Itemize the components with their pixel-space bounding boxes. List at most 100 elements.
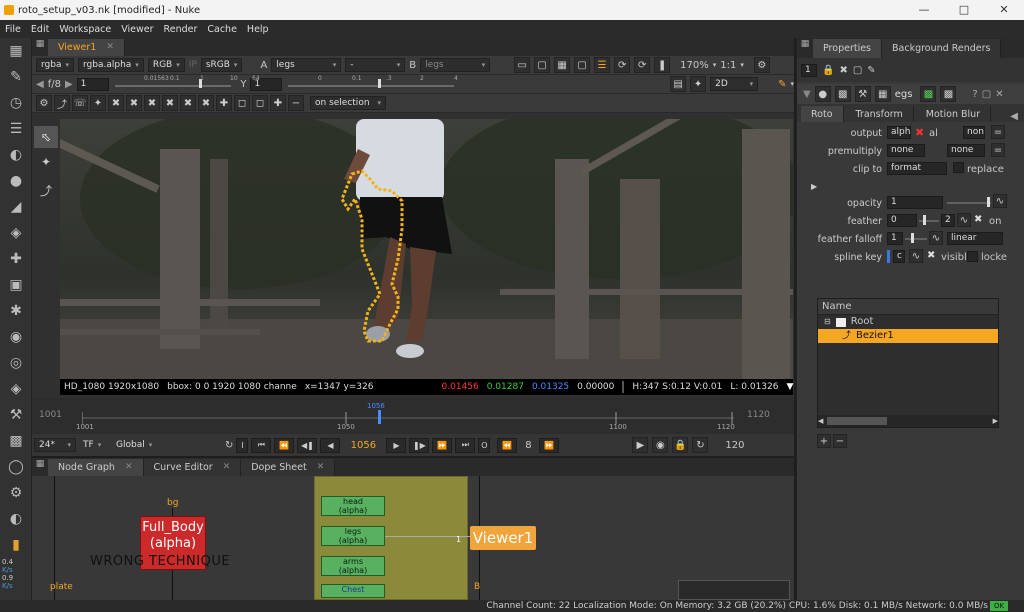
tree-hscrollbar[interactable]: ◀ ▶ [818, 415, 998, 427]
step-field[interactable]: 8 [520, 440, 536, 451]
lock-panel-icon[interactable]: 🔒 [822, 65, 834, 76]
cusp-icon[interactable]: ✖ [126, 95, 142, 111]
current-frame-field[interactable]: 1056 [343, 440, 383, 451]
feather-field[interactable]: 0 [887, 214, 917, 227]
head-roto-node[interactable]: head (alpha) [321, 496, 385, 516]
remove-icon[interactable]: − [288, 95, 304, 111]
close-tab-icon[interactable]: ✕ [106, 39, 114, 56]
node-help-icon[interactable]: ● [814, 86, 831, 102]
fps-dropdown[interactable]: 24* ▾ [34, 438, 76, 452]
menu-file[interactable]: File [0, 24, 26, 35]
b-input-dropdown[interactable]: legs ▾ [420, 58, 491, 72]
chest-roto-node[interactable]: Chest [321, 584, 385, 598]
next-key-icon[interactable]: ⏩ [432, 437, 453, 453]
zoom-value[interactable]: 170% [680, 60, 709, 71]
channel-icon[interactable]: ☰ [0, 116, 32, 142]
roi-icon[interactable]: ▭ [514, 57, 531, 73]
pause-icon[interactable]: ❚ [654, 57, 671, 73]
color-icon[interactable]: ◐ [0, 142, 32, 168]
legs-roto-node[interactable]: legs (alpha) [321, 526, 385, 546]
tf-dropdown[interactable]: TF ▾ [79, 438, 109, 452]
fstop-value[interactable]: f/8 [48, 79, 61, 90]
point-tool-icon[interactable]: ✦ [34, 148, 58, 176]
remove-layer-icon[interactable]: − [833, 434, 847, 448]
menu-help[interactable]: Help [242, 24, 274, 35]
next-frame-icon[interactable]: ❚▶ [409, 437, 430, 453]
time-icon[interactable]: ◷ [0, 90, 32, 116]
in-point-button[interactable]: I [236, 437, 249, 453]
falloff-slider[interactable] [905, 231, 927, 245]
end-frame-field[interactable]: 120 [725, 440, 744, 451]
remove-key-icon[interactable]: ✖ [180, 95, 196, 111]
premultiply-field[interactable]: none [887, 144, 925, 157]
spline-key-curve-icon[interactable]: ∿ [909, 249, 923, 263]
output-menu-icon[interactable]: = [991, 125, 1005, 139]
opacity-slider[interactable] [947, 195, 991, 209]
smooth-icon[interactable]: ✖ [144, 95, 160, 111]
lock-range-icon[interactable]: 🔒 [672, 437, 689, 453]
ratio-caret-icon[interactable]: ▾ [740, 61, 744, 69]
stripes-icon[interactable]: ☰ [594, 57, 611, 73]
tree-name-header[interactable]: Name [818, 299, 998, 315]
spline-key-field[interactable]: c [893, 250, 905, 263]
gradient-icon[interactable]: ▮ [0, 532, 32, 558]
next-fstop-icon[interactable]: ▶ [65, 79, 73, 90]
copy-key-icon[interactable]: ◻ [252, 95, 268, 111]
flipbook-icon[interactable]: ▶ [632, 437, 649, 453]
play-forward-icon[interactable]: ▶ [386, 437, 407, 453]
prev-fstop-icon[interactable]: ◀ [36, 79, 44, 90]
out-frame-field[interactable]: 1120 [744, 410, 788, 423]
locked-checkbox[interactable] [967, 251, 978, 262]
feather-curve-icon[interactable]: ∿ [957, 213, 971, 227]
zoom-caret-icon[interactable]: ▾ [713, 61, 717, 69]
paint-icon[interactable]: ✎ [778, 79, 786, 90]
layout-icon[interactable]: ▦ [0, 38, 32, 64]
node-name-field[interactable]: egs [895, 89, 913, 100]
close-dope-sheet-icon[interactable]: ✕ [317, 459, 325, 476]
anim-key-icon[interactable]: ◻ [234, 95, 250, 111]
update-icon[interactable]: ⟳ [634, 57, 651, 73]
metadata-icon[interactable]: ◎ [0, 350, 32, 376]
lut-dropdown[interactable]: sRGB ▾ [200, 58, 243, 72]
subtab-roto[interactable]: Roto [801, 106, 844, 122]
node-help-question-icon[interactable]: ? [972, 89, 977, 100]
safe-area-icon[interactable]: ▢ [534, 57, 551, 73]
filter-icon[interactable]: ◢ [0, 194, 32, 220]
scroll-left-icon[interactable]: ◀ [818, 417, 823, 425]
arms-roto-node[interactable]: arms (alpha) [321, 556, 385, 576]
reset-feather-icon[interactable]: ✖ [198, 95, 214, 111]
clear-panels-icon[interactable]: ✖ [839, 65, 847, 76]
plugins-icon[interactable]: ⚙ [0, 480, 32, 506]
node-float-icon[interactable]: ▢ [982, 89, 991, 100]
tab-background-renders[interactable]: Background Renders [882, 39, 1002, 58]
pane-menu-icon[interactable]: ▦ [32, 39, 48, 56]
paint-caret-icon[interactable]: ▾ [790, 80, 794, 88]
bezier-tool-icon[interactable]: ⤴ [34, 176, 58, 204]
step-forward-icon[interactable]: ⏩ [539, 437, 560, 453]
settings-gear-icon[interactable]: ⚙ [36, 95, 52, 111]
clipto-dropdown[interactable]: format [887, 162, 947, 175]
subtab-transform[interactable]: Transform [845, 106, 914, 122]
edit-icon[interactable]: ✎ [867, 65, 875, 76]
clipping-icon[interactable]: ▢ [574, 57, 591, 73]
merge-icon[interactable]: ✚ [0, 246, 32, 272]
selection-mode-dropdown[interactable]: on selection ▾ [310, 96, 386, 110]
opacity-curve-icon[interactable]: ∿ [993, 194, 1007, 208]
output-none-field[interactable]: non [963, 126, 985, 139]
menu-workspace[interactable]: Workspace [54, 24, 116, 35]
tree-root-row[interactable]: ⊟ Root [818, 315, 998, 329]
viewer-settings-icon[interactable]: ⚙ [753, 57, 770, 73]
menu-render[interactable]: Render [159, 24, 203, 35]
proxy-icon[interactable]: ↻ [225, 440, 233, 451]
rgb-mode-dropdown[interactable]: RGB ▾ [147, 58, 185, 72]
node-tool-icon[interactable]: ⚒ [854, 86, 871, 102]
scroll-right-icon[interactable]: ▶ [993, 417, 998, 425]
add-key-icon[interactable]: ✚ [216, 95, 232, 111]
collapse-icon[interactable]: ▼ [803, 89, 811, 100]
replace-checkbox[interactable] [953, 162, 964, 173]
refresh-icon[interactable]: ⟳ [614, 57, 631, 73]
viewer1-node[interactable]: Viewer1 [470, 526, 536, 550]
timeline-track[interactable] [82, 402, 738, 432]
menu-cache[interactable]: Cache [202, 24, 242, 35]
timeline[interactable]: 1001 1120 1056 1001 1050 1100 1120 [32, 398, 794, 434]
